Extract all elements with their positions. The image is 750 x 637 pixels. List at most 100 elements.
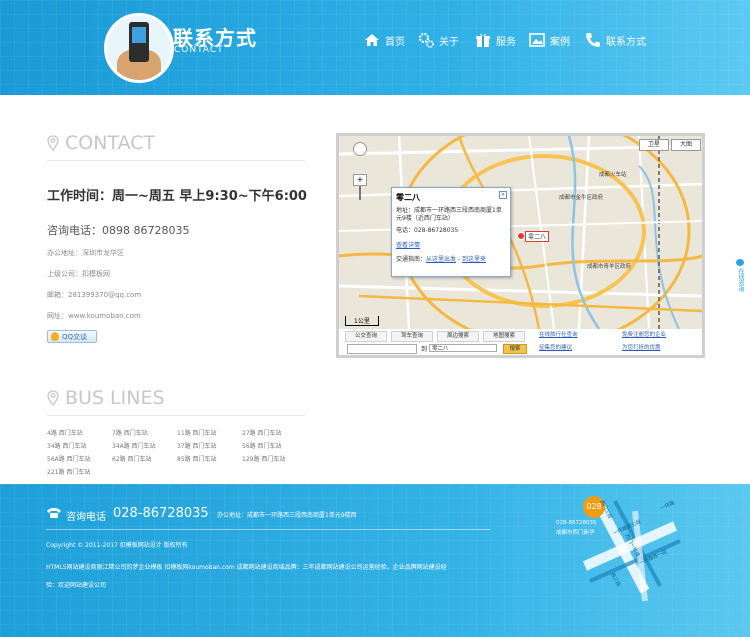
bus-line: 11路 西门车站 [177,430,217,437]
qq-penguin-icon [51,332,59,341]
website-text: 网址：www.koumoban.com [47,312,141,320]
nav-item-contact[interactable]: 联系方式 [585,30,646,50]
tab-nearby-search[interactable]: 周边搜索 [437,331,479,342]
online-consult-label: 在线咨询 [737,268,744,292]
hotline-text: 咨询电话：0898 86728035 [47,224,190,237]
nav-label-about: 关于 [439,36,459,48]
home-icon [365,34,379,46]
telephone-icon [47,508,61,518]
bus-heading-text: BUS LINES [65,387,165,409]
map-tabs: 公交查询 驾车查询 周边搜索 地图搜索 到 零二八 搜索 在线旅行社查询 免费注… [339,329,702,355]
chat-bubble-icon [736,259,744,266]
map-canvas[interactable]: + 卫星 大图 成都火车站 成都市金牛区政府 成都市青羊区政府 零二八 1公里 … [339,136,702,329]
map-link[interactable]: 征集您的建议 [539,343,572,351]
bus-line: 7路 西门车站 [112,430,148,437]
to-input[interactable]: 零二八 [429,344,497,352]
map-label-gov2: 成都市青羊区政府 [587,264,632,270]
footer-divider [46,529,490,530]
map-label-gov1: 成都市金牛区政府 [559,195,604,201]
tab-bus-query[interactable]: 公交查询 [345,331,387,342]
footer-description: HTML5网站建设商丽江精公司的梦企业模板 扣模板网koumoban.com 成… [46,564,447,571]
bus-line: 221路 西门车站 [47,469,91,476]
zoom-in-button[interactable]: + [353,174,367,186]
site-footer: 咨询电话 028-86728035 办公地址：成都市一环路西三段西南商厦1单元9… [0,484,750,637]
bus-line: 62路 西门车站 [112,456,152,463]
route-to-link[interactable]: 到这里来 [462,256,486,263]
bus-line: 37路 西门车站 [177,443,217,450]
nav-label-home: 首页 [385,36,405,48]
footer-copyright: Copyright © 2011-2017 扣模板网站设计 版权所有 [46,542,188,549]
gift-icon [476,33,490,47]
logo-phone-image [104,13,174,83]
close-icon[interactable]: × [499,191,507,199]
map-pan-icon[interactable] [353,142,367,156]
bus-line: 27路 西门车站 [242,430,282,437]
satellite-button[interactable]: 卫星 [639,139,669,151]
office-address: 办公地址：深圳市龙华区 [47,249,124,257]
popup-phone: 电话：028-86728035 [396,227,459,234]
map-zoom-control[interactable]: + [353,142,367,200]
qq-button-label: QQ交谈 [62,332,88,341]
bus-line: 34路 西门车站 [47,443,87,450]
footer-hotline-number: 028-86728035 [113,506,209,521]
picture-icon [529,33,545,47]
tab-drive-query[interactable]: 驾车查询 [391,331,433,342]
map-marker[interactable] [517,232,525,240]
map-link[interactable]: 免费注册您的企业 [622,330,666,338]
phone-icon [586,33,600,47]
nav-label-contact: 联系方式 [606,36,646,48]
nav-item-service[interactable]: 服务 [475,30,516,50]
bus-line: 56路 西门车站 [242,443,282,450]
bus-lines-list: 4路 西门车站 7路 西门车站 11路 西门车站 27路 西门车站 34路 西门… [47,428,307,476]
tab-map-search[interactable]: 地图搜索 [483,331,525,342]
footer-description-2: 验：欢迎网站建设公司 [46,582,107,589]
map-marker-label: 零二八 [525,231,550,242]
email-text: 邮箱：281399370@qq.com [47,291,142,299]
bus-line: 129路 西门车站 [242,456,286,463]
contact-heading-text: CONTACT [65,132,156,154]
badge-address: 成都市西门新华 [556,530,595,536]
to-label: 到 [421,346,428,353]
nav-item-cases[interactable]: 案例 [529,30,570,50]
online-consult-float[interactable]: 在线咨询 [735,258,745,320]
phone-screen [132,27,146,43]
popup-title: 零二八 [396,193,420,202]
route-from-link[interactable]: 从这里出发 [426,256,456,263]
contact-heading: CONTACT [47,130,307,156]
map-scale: 1公里 [345,316,379,326]
qq-chat-button[interactable]: QQ交谈 [47,330,97,343]
map-label-station: 成都火车站 [599,172,627,178]
big-map-button[interactable]: 大图 [671,139,701,151]
divider [47,415,305,416]
badge-phone: 028-86728035 [556,520,597,526]
nav-item-about[interactable]: 关于 [418,30,459,50]
gear-icon [418,32,434,48]
map-link[interactable]: 在线旅行社查询 [539,330,578,338]
nav-label-service: 服务 [496,36,516,48]
contact-section: CONTACT 工作时间：周一~周五 早上9:30~下午6:00 咨询电话：08… [47,130,307,476]
work-hours: 工作时间：周一~周五 早上9:30~下午6:00 [47,189,307,204]
nav-item-home[interactable]: 首页 [364,30,405,50]
map-widget: + 卫星 大图 成都火车站 成都市金牛区政府 成都市青羊区政府 零二八 1公里 … [336,133,705,358]
location-pin-icon [47,390,59,406]
popup-traffic: 交通指南：从这里出发 - 到这里来 [396,256,487,263]
divider [47,160,305,161]
footer-address: 办公地址：成都市一环路西三段西南商厦1单元9楼西 [217,512,357,519]
search-button[interactable]: 搜索 [503,344,527,354]
site-header: 联系方式 CONTACT 首页 关于 服务 案例 联系方式 [0,0,750,95]
map-link[interactable]: 为您打折的优惠 [622,343,661,351]
from-input[interactable] [347,344,417,354]
parent-company: 上级公司：扣模板网 [47,270,110,278]
footer-hotline-label: 咨询电话 [66,512,106,523]
bus-line: 4路 西门车站 [47,430,83,437]
popup-detail-link[interactable]: 查看详情 [396,240,506,249]
location-pin-icon [47,135,59,151]
popup-address: 地址：成都市一环路西三段西南商厦1单元9楼（近西门车站） [396,207,502,222]
nav-label-cases: 案例 [550,36,570,48]
page-subtitle: CONTACT [174,45,224,55]
phone-icon-large [129,22,149,62]
map-info-popup: 零二八 × 地址：成都市一环路西三段西南商厦1单元9楼（近西门车站） 电话：02… [391,187,511,277]
bus-line: 34A路 西门车站 [112,443,156,450]
bus-heading: BUS LINES [47,385,307,411]
zoom-slider[interactable] [359,186,361,200]
